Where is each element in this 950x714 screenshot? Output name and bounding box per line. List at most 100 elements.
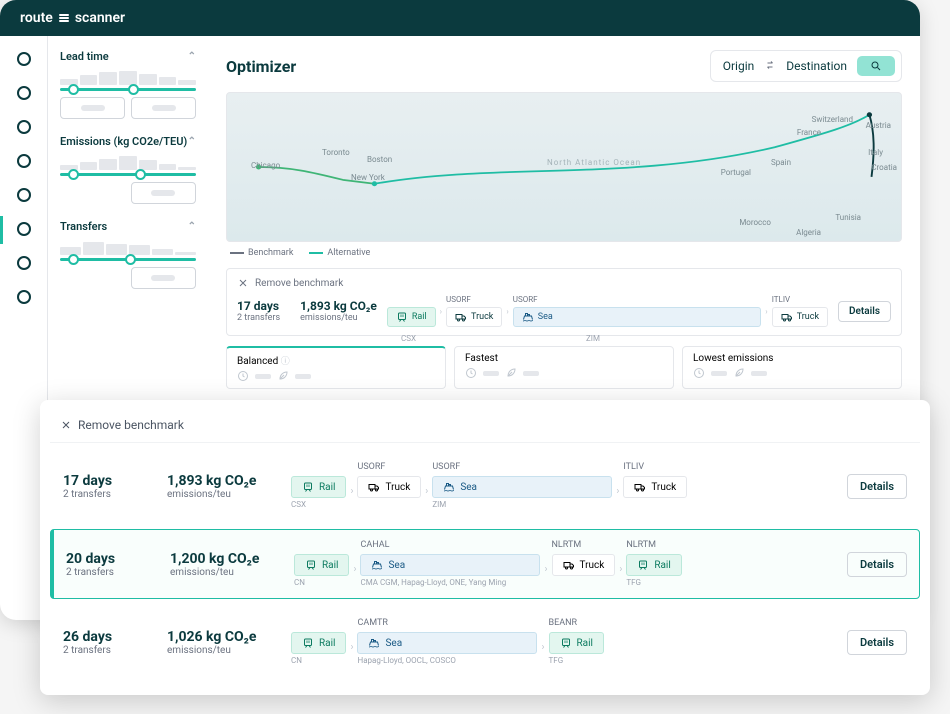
emissions-max-input[interactable]	[131, 182, 196, 204]
remove-benchmark-button[interactable]: Remove benchmark	[50, 414, 920, 443]
brand-logo-icon	[59, 14, 69, 22]
nav-item-7[interactable]	[17, 256, 31, 270]
rail-icon	[560, 637, 572, 649]
nav-item-8[interactable]	[17, 290, 31, 304]
carrier-label: Hapag-Lloyd, OOCL, COSCO	[357, 656, 537, 666]
filter-label: Emissions (kg CO2e/TEU)	[60, 135, 187, 148]
metric-tabs: Balanced ⓘ Fastest Lowest emissions	[226, 346, 902, 389]
route-segment[interactable]: CAHAL Sea CMA CGM, Hapag-Lloyd, ONE, Yang …	[360, 540, 540, 588]
carrier-label: TFG	[626, 578, 681, 588]
segment-rail[interactable]: Rail	[549, 632, 604, 654]
port-code: USORF	[357, 462, 421, 474]
nav-item-4[interactable]	[17, 154, 31, 168]
search-button[interactable]	[857, 56, 895, 76]
segment-rail[interactable]: Rail	[291, 632, 346, 654]
details-button[interactable]: Details	[847, 474, 907, 499]
segment-rail[interactable]: Rail	[294, 554, 349, 576]
chevron-up-icon[interactable]: ⌃	[188, 136, 196, 147]
route-segment[interactable]: RailCN	[291, 618, 346, 666]
clock-icon	[465, 367, 477, 379]
port-code: CAHAL	[360, 540, 540, 552]
topbar: route scanner	[0, 0, 920, 36]
segment-rail[interactable]: Rail	[626, 554, 681, 576]
tab-balanced[interactable]: Balanced ⓘ	[226, 346, 446, 389]
map-country: France	[797, 128, 821, 137]
sea-icon	[522, 311, 534, 323]
route-segment[interactable]: RailCSX	[291, 462, 346, 510]
leaf-icon	[505, 367, 517, 379]
route-segment[interactable]: NLRTMRailTFG	[626, 540, 681, 588]
carrier-label: CMA CGM, Hapag-Lloyd, ONE, Yang Ming	[360, 578, 540, 588]
segment-rail[interactable]: Rail	[387, 307, 436, 327]
port-code	[294, 540, 349, 552]
segment-truck[interactable]: Truck	[623, 476, 687, 498]
segment-truck[interactable]: Truck	[552, 554, 616, 576]
route-segment[interactable]: RailCN	[294, 540, 349, 588]
nav-item-1[interactable]	[17, 52, 31, 66]
results-card: Remove benchmark 17 days2 transfers1,893…	[40, 400, 930, 695]
port-code: NLRTM	[552, 540, 616, 552]
map-country: Portugal	[721, 168, 751, 177]
port-code: USORF	[446, 295, 502, 305]
map-country: Tunisia	[835, 213, 861, 222]
details-button[interactable]: Details	[847, 552, 907, 577]
segment-sea[interactable]: Sea	[513, 307, 762, 327]
truck-icon	[368, 481, 380, 493]
segment-sea[interactable]: Sea	[360, 554, 540, 576]
nav-item-5[interactable]	[17, 188, 31, 202]
benchmark-emissions-label: emissions/teu	[300, 313, 377, 323]
route-segment[interactable]: USORFSeaZIM	[432, 462, 612, 510]
carrier-label: ZIM	[586, 334, 600, 343]
sea-icon	[368, 637, 380, 649]
route-segment[interactable]: USORF Truck	[357, 462, 421, 510]
nav-item-6[interactable]	[17, 222, 31, 236]
route-segment[interactable]: NLRTM Truck	[552, 540, 616, 588]
remove-benchmark-label: Remove benchmark	[255, 278, 343, 289]
route-map[interactable]: Chicago Toronto Boston New York North At…	[226, 92, 902, 242]
swap-icon[interactable]	[764, 59, 776, 74]
route-row[interactable]: 17 days2 transfers1,893 kg CO₂eemissions…	[50, 451, 920, 521]
carrier-label: ZIM	[432, 500, 612, 510]
map-city: New York	[351, 173, 385, 182]
range-slider-transfers[interactable]	[60, 239, 196, 261]
route-emissions: 1,200 kg CO₂e	[170, 551, 280, 567]
leaf-icon	[733, 367, 745, 379]
route-days: 17 days	[63, 473, 153, 489]
map-city: Chicago	[251, 161, 280, 170]
segment-sea[interactable]: Sea	[432, 476, 612, 498]
tab-lowest-emissions[interactable]: Lowest emissions	[682, 346, 902, 389]
nav-item-3[interactable]	[17, 120, 31, 134]
transfers-max-input[interactable]	[131, 267, 196, 289]
details-button[interactable]: Details	[838, 301, 891, 322]
lead-time-max-input[interactable]	[131, 97, 196, 119]
segment-truck[interactable]: Truck	[772, 307, 828, 327]
route-segment[interactable]: CAMTRSeaHapag-Lloyd, OOCL, COSCO	[357, 618, 537, 666]
chevron-up-icon[interactable]: ⌃	[188, 51, 196, 62]
rail-icon	[302, 481, 314, 493]
segment-rail[interactable]: Rail	[291, 476, 346, 498]
lead-time-min-input[interactable]	[60, 97, 125, 119]
tab-fastest[interactable]: Fastest	[454, 346, 674, 389]
route-row[interactable]: 20 days2 transfers1,200 kg CO₂eemissions…	[50, 529, 920, 599]
chevron-right-icon: ›	[544, 554, 547, 575]
segment-truck[interactable]: Truck	[357, 476, 421, 498]
origin-destination-selector[interactable]: Origin Destination	[710, 50, 902, 82]
chevron-up-icon[interactable]: ⌃	[188, 221, 196, 232]
range-slider-lead-time[interactable]	[60, 69, 196, 91]
route-segment[interactable]: ITLIVTruck	[623, 462, 687, 510]
benchmark-transfers: 2 transfers	[237, 313, 280, 323]
filter-transfers: Transfers ⌃	[60, 220, 196, 289]
nav-item-2[interactable]	[17, 86, 31, 100]
range-slider-emissions[interactable]	[60, 154, 196, 176]
segment-sea[interactable]: Sea	[357, 632, 537, 654]
destination-label: Destination	[786, 59, 847, 73]
route-emissions-label: emissions/teu	[170, 567, 280, 578]
carrier-label	[357, 500, 421, 510]
route-transfers: 2 transfers	[63, 645, 153, 656]
chevron-right-icon: ›	[506, 307, 508, 316]
segment-truck[interactable]: Truck	[446, 307, 502, 327]
route-segment[interactable]: BEANRRailTFG	[549, 618, 604, 666]
details-button[interactable]: Details	[847, 630, 907, 655]
remove-benchmark-button[interactable]: Remove benchmark	[237, 277, 343, 289]
route-row[interactable]: 26 days2 transfers1,026 kg CO₂eemissions…	[50, 607, 920, 677]
